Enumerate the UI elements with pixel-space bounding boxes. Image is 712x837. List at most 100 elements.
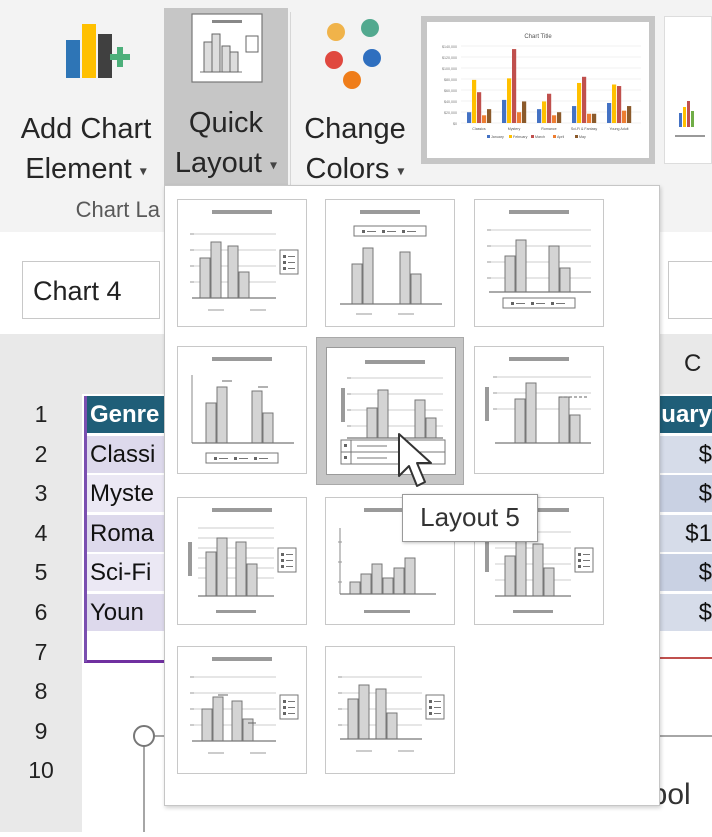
chart-style-2[interactable]	[664, 16, 712, 164]
chart-style-tick: $0	[453, 122, 457, 126]
layout-tooltip: Layout 5	[402, 494, 538, 542]
cell-genre[interactable]: Roma	[86, 515, 170, 552]
add-chart-element-label: Add Chart	[20, 113, 152, 145]
cell-genre[interactable]: Classi	[86, 436, 170, 473]
row-header[interactable]: 6	[0, 594, 82, 631]
table-border	[660, 657, 712, 659]
layout-preview	[338, 676, 445, 752]
add-chart-element-button[interactable]: Add Chart Element ▾	[10, 6, 162, 185]
chart-style-legend: February	[513, 135, 528, 139]
chart-layouts-group-label: Chart La	[75, 197, 160, 222]
row-header[interactable]: 5	[0, 554, 82, 591]
chart-style-tick: $60,000	[444, 89, 457, 93]
chart-style-bar	[617, 86, 622, 123]
chevron-down-icon: ▾	[270, 156, 278, 173]
quick-layout-option-1[interactable]	[177, 199, 307, 327]
layout-preview	[190, 210, 299, 311]
formula-bar[interactable]	[668, 261, 712, 319]
cell-january[interactable]: $1	[660, 515, 712, 552]
chart-style-tick: $80,000	[444, 78, 457, 82]
chart-style-bar	[472, 79, 477, 123]
cell-january[interactable]: $	[660, 436, 712, 473]
row-header[interactable]: 7	[0, 634, 82, 671]
chart-style-bar	[512, 49, 517, 123]
chart-style-bar	[552, 115, 557, 123]
row-header[interactable]: 2	[0, 436, 82, 473]
row-header[interactable]: 4	[0, 515, 82, 552]
chart-style-bar	[507, 78, 512, 123]
chart-style-tick: $120,000	[442, 56, 457, 60]
chart-style-tick: $40,000	[444, 100, 457, 104]
chart-style-category: Sci-Fi & Fantasy	[571, 127, 598, 131]
chart-style-bar	[487, 109, 492, 123]
layout-preview	[487, 210, 591, 309]
quick-layout-option-5[interactable]	[316, 337, 464, 485]
cell-january[interactable]: $	[660, 594, 712, 631]
chevron-down-icon: ▾	[397, 162, 405, 179]
chart-style-category: Classics	[472, 127, 486, 131]
chart-style-bar	[572, 106, 577, 123]
table-border	[84, 396, 87, 662]
chart-style-bar	[467, 112, 472, 123]
row-header[interactable]: 8	[0, 673, 82, 710]
add-chart-element-label-2: Element ▾	[25, 153, 147, 185]
chart-style-bar	[557, 112, 562, 123]
chart-style-1[interactable]: Chart Title $140,000 $120,000 $100,000 $80,0…	[421, 16, 655, 164]
chart-style-2-preview	[675, 101, 705, 137]
quick-layout-label: Quick	[188, 107, 264, 139]
chart-style-bar	[607, 102, 612, 123]
chart-style-tick: $20,000	[444, 111, 457, 115]
chart-style-category: Young Adult	[609, 127, 628, 131]
chart-style-bar	[612, 84, 617, 123]
column-header-c[interactable]: C	[684, 350, 701, 378]
change-colors-icon	[325, 19, 381, 89]
chart-style-bar	[522, 101, 527, 123]
chart-style-title: Chart Title	[524, 34, 552, 40]
chart-style-bar	[622, 110, 627, 123]
quick-layout-option-7[interactable]	[177, 497, 307, 625]
name-box[interactable]: Chart 4	[22, 261, 160, 319]
cell-genre[interactable]: Sci-Fi	[86, 554, 170, 591]
chart-style-bar	[587, 113, 592, 123]
chart-style-bar	[592, 113, 597, 123]
quick-layout-label-2: Layout ▾	[174, 147, 278, 179]
chart-style-legend: January	[491, 135, 504, 139]
chart-style-bar	[547, 93, 552, 123]
quick-layout-button[interactable]: Quick Layout ▾	[164, 8, 288, 186]
chart-style-bar	[537, 109, 542, 123]
quick-layout-option-3[interactable]	[474, 199, 604, 327]
chart-style-category: Mystery	[508, 127, 521, 131]
change-colors-label: Change	[304, 113, 406, 145]
layout-preview	[188, 508, 297, 613]
cell-genre[interactable]: Genre	[86, 396, 170, 433]
cell-genre[interactable]: Myste	[86, 475, 170, 512]
quick-layout-option-10[interactable]	[177, 646, 307, 774]
chart-style-tick: $100,000	[442, 67, 457, 71]
chart-style-legend: April	[557, 135, 564, 139]
add-chart-element-icon	[66, 24, 130, 78]
cell-january[interactable]: uary	[660, 396, 712, 433]
chart-style-bar	[582, 76, 587, 123]
table-border	[84, 660, 166, 663]
row-header[interactable]: 1	[0, 396, 82, 433]
quick-layout-icon	[191, 13, 263, 83]
layout-preview	[191, 357, 294, 464]
change-colors-button[interactable]: Change Colors ▾	[296, 6, 414, 185]
cell-genre[interactable]: Youn	[86, 594, 170, 631]
quick-layout-option-11[interactable]	[325, 646, 455, 774]
chart-style-bar	[542, 101, 547, 123]
chart-style-category: Romance	[541, 127, 556, 131]
mouse-pointer-icon	[398, 433, 432, 487]
chart-style-bar	[502, 99, 507, 123]
quick-layout-option-4[interactable]	[177, 346, 307, 474]
row-header[interactable]: 10	[0, 752, 82, 789]
row-header[interactable]: 9	[0, 713, 82, 750]
cell-january[interactable]: $	[660, 475, 712, 512]
chart-style-1-preview: Chart Title $140,000 $120,000 $100,000 $80,0…	[442, 34, 641, 139]
chevron-down-icon: ▾	[139, 162, 147, 179]
chart-style-bar	[627, 106, 632, 123]
quick-layout-option-6[interactable]	[474, 346, 604, 474]
quick-layout-option-2[interactable]	[325, 199, 455, 327]
row-header[interactable]: 3	[0, 475, 82, 512]
cell-january[interactable]: $	[660, 554, 712, 591]
